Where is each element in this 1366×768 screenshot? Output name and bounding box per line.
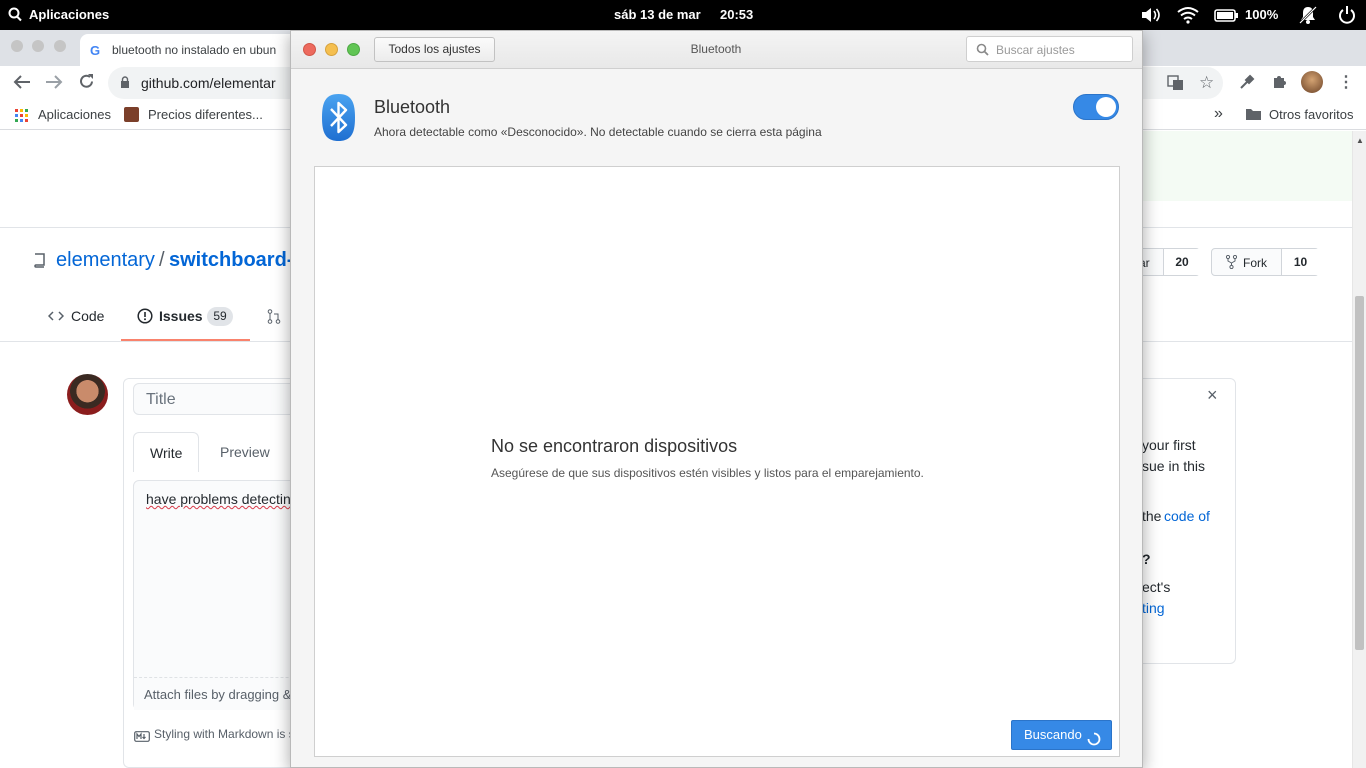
url-text: github.com/elementar — [141, 75, 276, 91]
tab-preview[interactable]: Preview — [220, 444, 270, 460]
extensions-icon[interactable] — [1271, 73, 1288, 95]
other-bookmarks[interactable]: Otros favoritos — [1269, 107, 1354, 122]
fork-label: Fork — [1243, 256, 1267, 270]
browser-tab[interactable]: G bluetooth no instalado en ubun — [80, 34, 300, 66]
markdown-icon — [134, 729, 150, 747]
attach-files-text: Attach files by dragging & — [144, 687, 292, 702]
banner-tint — [1143, 131, 1352, 201]
pull-request-icon[interactable] — [267, 309, 281, 329]
device-list: No se encontraron dispositivos Asegúrese… — [314, 166, 1120, 757]
scrollbar-thumb[interactable] — [1355, 296, 1364, 650]
minimize-window-button[interactable] — [325, 43, 338, 56]
issues-tab-underline — [121, 339, 250, 341]
fork-count[interactable]: 10 — [1281, 249, 1319, 275]
close-window-button[interactable] — [303, 43, 316, 56]
bluetooth-title: Bluetooth — [374, 97, 451, 117]
volume-icon[interactable] — [1140, 6, 1162, 27]
sidebar-text-3: the — [1142, 508, 1166, 524]
title-placeholder: Title — [146, 391, 176, 408]
repo-name-link[interactable]: switchboard- — [169, 249, 293, 272]
toggle-knob — [1096, 97, 1116, 117]
folder-icon — [1246, 108, 1261, 123]
bluetooth-settings-window: Todos los ajustes Bluetooth Buscar ajust… — [290, 30, 1143, 768]
panel-date[interactable]: sáb 13 de mar — [614, 7, 701, 22]
bluetooth-toggle-switch[interactable] — [1073, 94, 1119, 120]
address-bar-end: ☆ — [1143, 67, 1223, 99]
all-settings-button[interactable]: Todos los ajustes — [374, 37, 495, 62]
menu-kebab-icon[interactable]: ⋮ — [1338, 72, 1354, 92]
tab-title: bluetooth no instalado en ubun — [112, 43, 277, 57]
eyedropper-icon[interactable] — [1239, 74, 1255, 95]
issue-body-text: have problems detectin — [146, 491, 291, 507]
sidebar-text-4: ? — [1142, 551, 1151, 567]
battery-icon[interactable] — [1214, 9, 1239, 25]
panel-time[interactable]: 20:53 — [720, 7, 753, 22]
bookmark-star-icon[interactable]: ☆ — [1199, 73, 1214, 93]
tab-issues[interactable]: Issues — [159, 308, 203, 324]
markdown-hint: Styling with Markdown is s — [154, 727, 295, 741]
fork-button[interactable]: Fork 10 — [1211, 248, 1319, 276]
applications-menu[interactable]: Aplicaciones — [29, 7, 109, 22]
top-panel: Aplicaciones sáb 13 de mar 20:53 100% — [0, 0, 1366, 30]
bookmark-favicon — [124, 107, 139, 122]
no-devices-title: No se encontraron dispositivos — [491, 436, 738, 456]
power-icon[interactable] — [1338, 5, 1356, 27]
spinner-icon — [1087, 728, 1101, 756]
contributing-link[interactable]: ting — [1142, 600, 1165, 616]
bookmark-apps[interactable]: Aplicaciones — [38, 107, 111, 122]
sidebar-text-1: your first — [1142, 437, 1196, 453]
page-scrollbar[interactable]: ▲ — [1352, 131, 1366, 768]
lock-icon — [120, 76, 130, 94]
fork-icon — [1225, 254, 1238, 272]
back-arrow-icon[interactable] — [13, 74, 31, 95]
repo-owner-link[interactable]: elementary — [56, 249, 155, 272]
window-maximize-button[interactable] — [54, 40, 66, 52]
scanning-label: Buscando — [1024, 727, 1082, 742]
issue-icon — [137, 308, 153, 329]
tab-code[interactable]: Code — [71, 308, 104, 324]
user-avatar — [67, 374, 108, 415]
tab-write[interactable]: Write — [133, 432, 199, 472]
notifications-icon[interactable] — [1298, 5, 1318, 28]
reload-icon[interactable] — [78, 73, 95, 95]
repo-separator: / — [159, 249, 165, 271]
window-title: Bluetooth — [690, 42, 742, 56]
profile-avatar[interactable] — [1301, 71, 1323, 93]
maximize-window-button[interactable] — [347, 43, 360, 56]
window-headerbar: Todos los ajustes Bluetooth Buscar ajust… — [291, 31, 1142, 69]
sidebar-text-2: sue in this — [1142, 458, 1206, 474]
bookmark-precios[interactable]: Precios diferentes... — [148, 107, 263, 122]
forward-arrow-icon[interactable] — [45, 74, 63, 95]
repo-icon — [33, 253, 46, 274]
write-label: Write — [150, 445, 183, 461]
scroll-up-arrow-icon[interactable]: ▲ — [1356, 136, 1364, 145]
bluetooth-icon — [321, 93, 356, 147]
sidebar-text-5: ect's — [1142, 579, 1171, 595]
star-count[interactable]: 20 — [1163, 249, 1200, 275]
address-bar[interactable]: github.com/elementar — [108, 67, 308, 99]
no-devices-hint: Asegúrese de que sus dispositivos estén … — [491, 466, 924, 480]
issues-count-badge: 59 — [207, 307, 233, 326]
translate-icon[interactable] — [1167, 75, 1184, 96]
search-icon — [976, 43, 989, 61]
battery-percent[interactable]: 100% — [1245, 7, 1278, 22]
code-of-conduct-link[interactable]: code of — [1164, 508, 1210, 524]
window-close-button[interactable] — [11, 40, 23, 52]
wifi-icon[interactable] — [1177, 6, 1199, 27]
close-icon[interactable]: × — [1207, 385, 1218, 406]
discoverable-status: Ahora detectable como «Desconocido». No … — [374, 125, 822, 139]
apps-grid-icon[interactable] — [15, 109, 28, 125]
scanning-button[interactable]: Buscando — [1011, 720, 1112, 750]
bookmarks-overflow-chevron[interactable]: » — [1214, 105, 1223, 123]
google-icon: G — [90, 43, 101, 58]
window-minimize-button[interactable] — [32, 40, 44, 52]
search-icon[interactable] — [8, 7, 22, 25]
code-icon — [47, 309, 65, 325]
settings-search-input[interactable]: Buscar ajustes — [966, 36, 1133, 62]
search-placeholder: Buscar ajustes — [996, 43, 1075, 57]
